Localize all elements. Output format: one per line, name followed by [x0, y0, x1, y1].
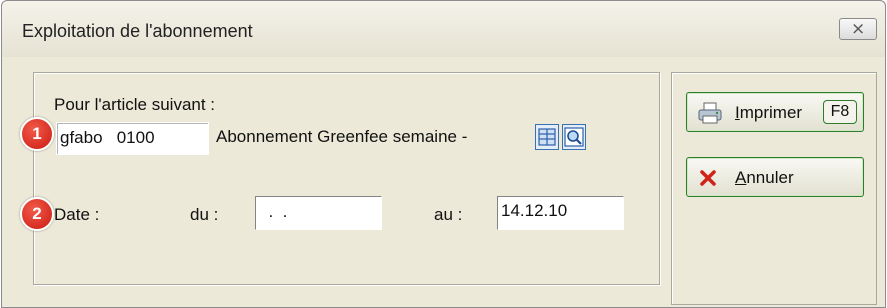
title-bar: Exploitation de l'abonnement ⨯ [2, 1, 885, 57]
date-label: Date : [54, 205, 100, 224]
list-icon [538, 128, 556, 146]
article-label: Pour l'article suivant : [54, 95, 216, 114]
print-shortcut-badge: F8 [823, 100, 857, 124]
date-from-input[interactable]: . . [255, 196, 382, 230]
article-description: Abonnement Greenfee semaine - [216, 127, 468, 146]
marker-2-badge: 2 [20, 197, 54, 231]
cancel-button[interactable]: Annuler [686, 157, 864, 197]
from-label: du : [190, 205, 219, 224]
print-button[interactable]: Imprimer F8 [686, 92, 864, 132]
article-code-input[interactable]: gfabo 0100 [56, 122, 209, 155]
close-icon: ⨯ [851, 19, 866, 38]
to-label: au : [434, 205, 463, 224]
printer-icon [698, 102, 722, 124]
print-button-label: Imprimer [735, 103, 803, 122]
cancel-button-label: Annuler [735, 168, 794, 187]
article-list-button[interactable] [535, 124, 559, 150]
marker-1-badge: 1 [20, 117, 54, 151]
date-to-input[interactable]: 14.12.10 [497, 196, 624, 230]
red-x-icon [700, 170, 716, 186]
close-button[interactable]: ⨯ [839, 18, 877, 40]
magnifier-icon [564, 127, 584, 147]
article-search-button[interactable] [562, 124, 586, 150]
dialog-window: Exploitation de l'abonnement ⨯ Pour l'ar… [1, 0, 886, 308]
window-title: Exploitation de l'abonnement [22, 21, 253, 41]
